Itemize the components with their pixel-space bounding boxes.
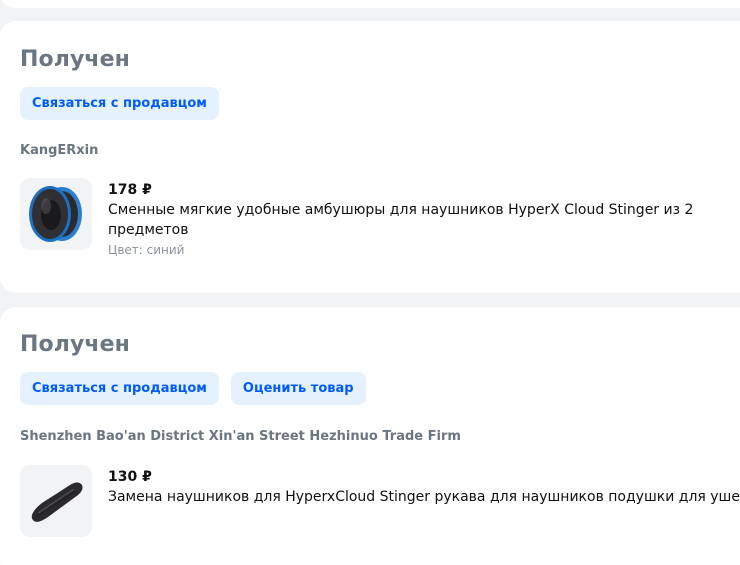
product-price: 130 ₽ [108, 469, 152, 485]
product-image[interactable] [20, 178, 92, 250]
seller-name[interactable]: Shenzhen Bao'an District Xin'an Street H… [20, 429, 461, 444]
product-title[interactable]: Сменные мягкие удобные амбушюры для науш… [108, 200, 722, 240]
product-item[interactable]: 178 ₽ Сменные мягкие удобные амбушюры дл… [20, 178, 722, 259]
product-variant: Цвет: синий [108, 243, 185, 257]
earpads-icon [29, 186, 82, 242]
rate-product-button[interactable]: Оценить товар [230, 372, 366, 405]
orders-page: Получен Связаться с продавцом KangERxin … [0, 0, 740, 565]
product-title[interactable]: Замена наушников для HyperxCloud Stinger… [108, 487, 740, 507]
order-card: Получен Связаться с продавцом Оценить то… [0, 307, 740, 565]
product-item[interactable]: 130 ₽ Замена наушников для HyperxCloud S… [20, 465, 740, 537]
seller-name[interactable]: KangERxin [20, 143, 98, 158]
order-status: Получен [20, 332, 130, 357]
order-actions: Связаться с продавцом [20, 87, 219, 120]
order-card: Получен Связаться с продавцом KangERxin … [0, 21, 740, 293]
contact-seller-button[interactable]: Связаться с продавцом [20, 372, 219, 405]
order-actions: Связаться с продавцом Оценить товар [20, 372, 366, 405]
headband-cushion-icon [31, 482, 83, 522]
product-price: 178 ₽ [108, 182, 152, 198]
order-status: Получен [20, 47, 130, 72]
product-image[interactable] [20, 465, 92, 537]
previous-order-card [0, 0, 740, 8]
contact-seller-button[interactable]: Связаться с продавцом [20, 87, 219, 120]
